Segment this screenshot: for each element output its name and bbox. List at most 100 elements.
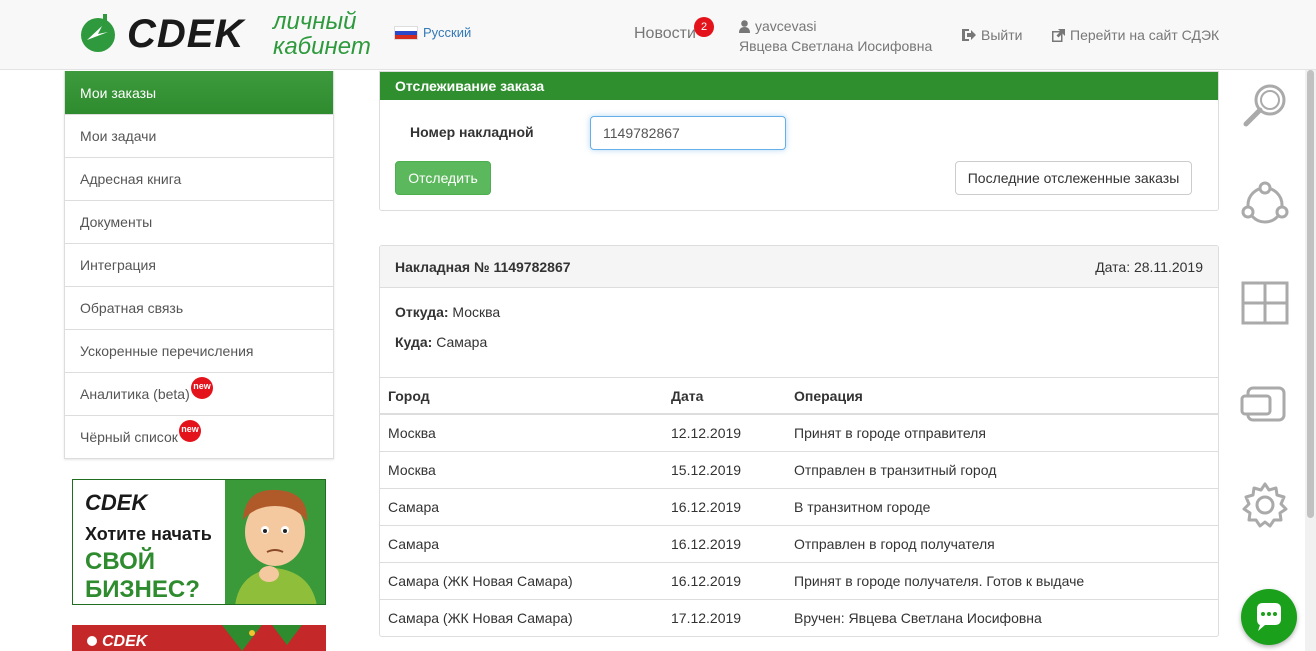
cell-date: 16.12.2019	[663, 488, 786, 526]
origin-line: Откуда: Москва	[395, 304, 501, 320]
language-link[interactable]: Русский	[423, 25, 471, 40]
destination-line: Куда: Самара	[395, 334, 488, 350]
sidebar-item-label: Мои заказы	[80, 84, 157, 101]
news-count-badge: 2	[694, 17, 714, 37]
table-header-row: Город Дата Операция	[380, 378, 1218, 415]
banner-slogan: СВОЙ БИЗНЕС?	[85, 548, 200, 603]
news-link[interactable]: Новости	[634, 25, 696, 43]
sidebar-item-label: Интеграция	[80, 257, 156, 273]
cdek-logo[interactable]: CDEK	[127, 12, 244, 57]
search-icon[interactable]	[1240, 80, 1290, 130]
business-promo-banner[interactable]: CDEK Хотите начать СВОЙ БИЗНЕС?	[72, 479, 326, 605]
logout-icon	[962, 29, 976, 41]
waybill-result-panel: Накладная № 1149782867 Дата: 28.11.2019 …	[379, 245, 1219, 637]
origin-city: Москва	[452, 304, 501, 320]
logout-link[interactable]: Выйти	[962, 27, 1022, 43]
sidebar-item-label: Ускоренные перечисления	[80, 343, 254, 359]
goto-cdek-site-link[interactable]: Перейти на сайт СДЭК	[1052, 27, 1219, 43]
windows-icon[interactable]	[1240, 278, 1290, 328]
table-row: Самара 16.12.2019 Отправлен в город получа…	[380, 525, 1218, 563]
scrollbar-thumb[interactable]	[1307, 70, 1314, 518]
recent-tracked-orders-button[interactable]: Последние отслеженные заказы	[955, 161, 1192, 195]
user-icon	[739, 19, 750, 33]
cell-date: 17.12.2019	[671, 609, 742, 626]
column-header-operation: Операция	[786, 378, 1218, 415]
cell-operation: Отправлен в город получателя	[786, 525, 1218, 563]
cell-date: 16.12.2019	[663, 525, 786, 563]
sidebar-item-my-tasks[interactable]: Мои задачи	[65, 114, 333, 157]
sidebar-item-label: Документы	[80, 214, 153, 230]
table-row: Самара 16.12.2019 В транзитном городе	[380, 488, 1218, 526]
tracking-panel-title: Отслеживание заказа	[380, 72, 1218, 100]
column-header-date: Дата	[663, 378, 786, 415]
tracking-history-table: Город Дата Операция Москва 12.12.2019 Прин…	[380, 378, 1218, 636]
waybill-date: Дата: 28.11.2019	[1095, 258, 1203, 275]
sidebar-item-my-orders[interactable]: Мои заказы	[65, 71, 333, 114]
chat-button[interactable]	[1241, 589, 1297, 645]
cell-city: Самара	[380, 488, 663, 526]
order-tracking-panel: Отслеживание заказа Номер накладной Отсл…	[379, 71, 1219, 211]
user-login: yavcevasi	[755, 18, 817, 34]
table-row: Москва 15.12.2019 Отправлен в транзитный г…	[380, 451, 1218, 489]
top-navbar: CDEK личный кабинет Русский Новости 2 ya…	[0, 0, 1316, 70]
sidebar-item-documents[interactable]: Документы	[65, 200, 333, 243]
user-info[interactable]: yavcevasi Явцева Светлана Иосифовна	[739, 16, 932, 56]
russia-flag-icon	[394, 25, 418, 40]
thinking-man-illustration-icon	[225, 480, 325, 604]
cell-operation: Принят в городе получателя. Готов к выда…	[786, 562, 1218, 600]
sidebar-item-feedback[interactable]: Обратная связь	[65, 286, 333, 329]
devices-icon[interactable]	[1240, 380, 1290, 430]
cdek-logo-ball-icon[interactable]	[78, 14, 118, 54]
route-info: Откуда: Москва Куда: Самара	[380, 288, 1218, 378]
destination-city: Самара	[436, 334, 488, 350]
sidebar-item-label: Аналитика (beta)	[80, 386, 190, 402]
waybill-label: Номер накладной	[410, 124, 534, 140]
logout-label: Выйти	[981, 27, 1023, 43]
table-row: Москва 12.12.2019 Принят в городе отправит…	[380, 414, 1218, 452]
page-scrollbar[interactable]	[1305, 70, 1316, 651]
cell-city: Самара (ЖК Новая Самара)	[388, 609, 573, 626]
holiday-promo-banner[interactable]: CDEK	[72, 625, 326, 651]
user-full-name: Явцева Светлана Иосифовна	[739, 38, 933, 54]
cell-city: Самара (ЖК Новая Самара)	[380, 562, 663, 600]
waybill-number-input[interactable]	[590, 116, 786, 150]
sidebar-item-address-book[interactable]: Адресная книга	[65, 157, 333, 200]
table-row: Самара (ЖК Новая Самара) 16.12.2019 Принят…	[380, 562, 1218, 600]
table-row: Самара (ЖК Новая Самара) 17.12.2019 Вручен…	[380, 599, 1218, 636]
external-link-icon	[1052, 28, 1065, 42]
cell-city: Самара	[380, 525, 663, 563]
sidebar-item-blacklist[interactable]: Чёрный список new	[65, 415, 333, 458]
chat-bubble-icon	[1257, 603, 1281, 631]
cell-date: 16.12.2019	[663, 562, 786, 600]
svg-text:CDEK: CDEK	[102, 633, 149, 650]
sidebar-item-label: Чёрный список	[80, 429, 178, 445]
cell-date: 12.12.2019	[663, 414, 786, 452]
holiday-banner-decoration-icon: CDEK	[72, 625, 326, 651]
personal-cabinet-label: личный кабинет	[273, 8, 371, 60]
sidebar-item-analytics[interactable]: Аналитика (beta) new	[65, 372, 333, 415]
share-network-icon[interactable]	[1240, 180, 1290, 230]
track-button[interactable]: Отследить	[395, 161, 491, 195]
cell-operation: В транзитном городе	[786, 488, 1218, 526]
cell-city: Москва	[380, 414, 663, 452]
sidebar-menu: Мои заказы Мои задачи Адресная книга Док…	[64, 71, 334, 459]
banner-headline: Хотите начать	[85, 524, 212, 544]
cell-operation: Отправлен в транзитный город	[786, 451, 1218, 489]
new-badge: new	[191, 377, 213, 399]
sidebar-item-label: Адресная книга	[80, 171, 182, 187]
cell-operation: Вручен: Явцева Светлана Иосифовна	[794, 609, 1042, 626]
sidebar-item-integration[interactable]: Интеграция	[65, 243, 333, 286]
cell-operation: Принят в городе отправителя	[786, 414, 1218, 452]
column-header-city: Город	[380, 378, 663, 415]
cell-date: 15.12.2019	[663, 451, 786, 489]
waybill-header: Накладная № 1149782867 Дата: 28.11.2019	[380, 246, 1218, 288]
sidebar-item-label: Обратная связь	[80, 300, 184, 316]
cell-city: Москва	[380, 451, 663, 489]
banner-cdek-logo: CDEK	[85, 490, 148, 515]
sidebar-item-fast-transfers[interactable]: Ускоренные перечисления	[65, 329, 333, 372]
goto-site-label: Перейти на сайт СДЭК	[1070, 27, 1220, 43]
gear-icon[interactable]	[1240, 480, 1290, 530]
language-switcher[interactable]: Русский	[394, 25, 471, 40]
sidebar-item-label: Мои задачи	[80, 128, 157, 144]
new-badge: new	[179, 420, 201, 442]
